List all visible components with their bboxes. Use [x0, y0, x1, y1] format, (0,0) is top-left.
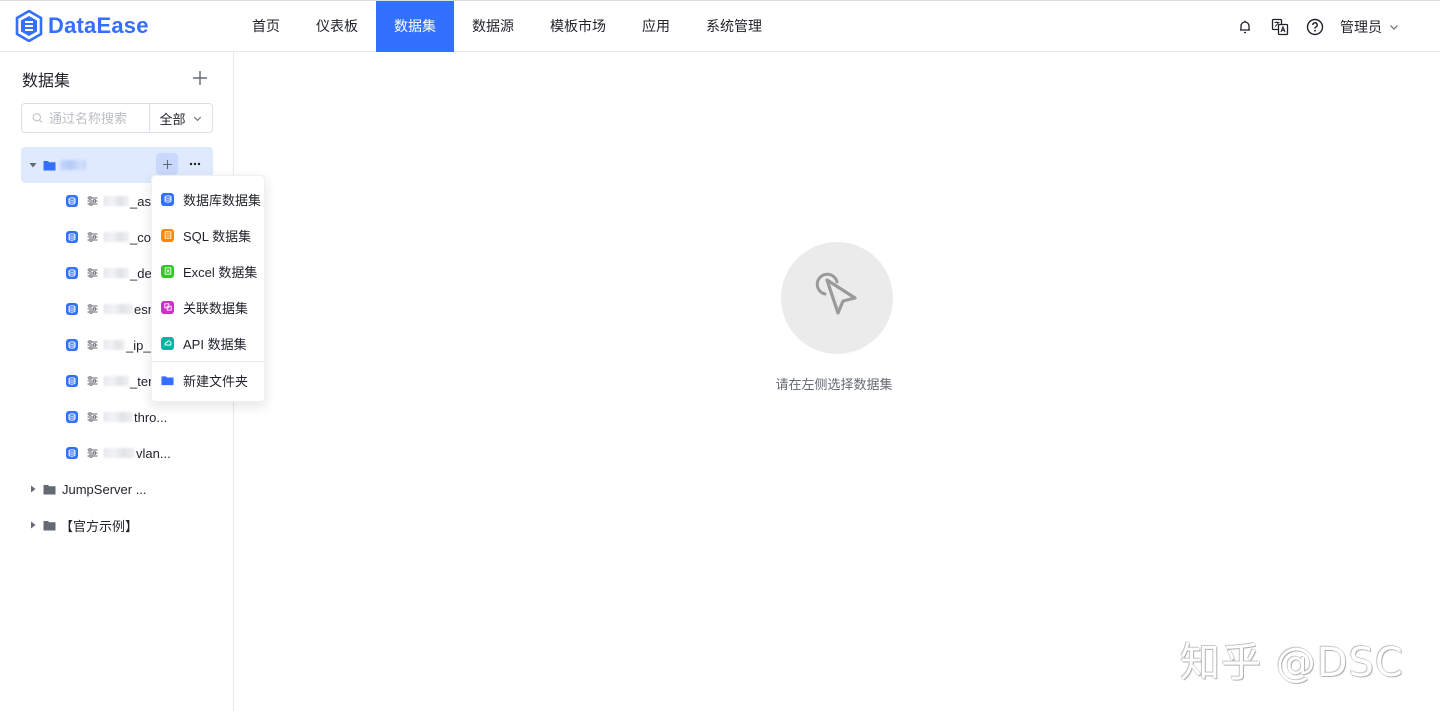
nav-apps[interactable]: 应用: [624, 1, 688, 52]
database-dataset-icon: [66, 411, 78, 423]
plus-icon: [193, 71, 207, 85]
sync-mode-icon: [87, 232, 98, 242]
add-dataset-button[interactable]: [191, 69, 209, 87]
tree-folder-jumpserver[interactable]: JumpServer ...: [21, 471, 213, 507]
dataset-name: _ten: [103, 374, 155, 389]
dataset-name: _ip_: [103, 338, 151, 353]
folder-icon: [43, 160, 56, 171]
header-actions: 管理员: [1235, 1, 1440, 52]
database-dataset-icon: [66, 375, 78, 387]
app-logo[interactable]: DataEase: [15, 10, 149, 42]
user-menu[interactable]: 管理员: [1340, 17, 1400, 37]
user-name: 管理员: [1340, 18, 1382, 35]
caret-down-icon[interactable]: [27, 159, 39, 171]
language-switch-icon[interactable]: [1270, 17, 1290, 37]
database-dataset-icon: [66, 231, 78, 243]
empty-state-illustration: [781, 242, 893, 354]
search-input[interactable]: [49, 110, 149, 126]
dataset-name: thro...: [103, 410, 167, 425]
sync-mode-icon: [87, 448, 98, 458]
help-icon[interactable]: [1305, 17, 1325, 37]
scope-select-value: 全部: [159, 111, 186, 127]
folder-more-button[interactable]: [184, 153, 206, 175]
top-navigation-bar: DataEase 首页 仪表板 数据集 数据源 模板市场 应用 系统管理 管理员: [0, 0, 1440, 52]
sync-mode-icon: [87, 376, 98, 386]
search-group: 全部: [21, 103, 213, 133]
cursor-pointer-icon: [815, 272, 857, 315]
sql-icon: [161, 228, 174, 242]
dataset-name: _cor: [103, 230, 155, 245]
folder-name: JumpServer ...: [62, 481, 147, 497]
caret-right-icon[interactable]: [27, 519, 39, 531]
folder-icon: [43, 520, 56, 531]
search-field: [22, 104, 150, 132]
dataset-name: vlan...: [103, 446, 171, 461]
sidebar-title: 数据集: [22, 73, 71, 90]
nav-template-market[interactable]: 模板市场: [532, 1, 624, 52]
folder-row-actions: [156, 153, 213, 175]
dataease-logo-icon: [15, 10, 43, 42]
tree-dataset-item[interactable]: vlan...: [21, 435, 213, 471]
sync-mode-icon: [87, 304, 98, 314]
nav-datasource[interactable]: 数据源: [454, 1, 532, 52]
database-dataset-icon: [66, 339, 78, 351]
main-nav: 首页 仪表板 数据集 数据源 模板市场 应用 系统管理: [234, 1, 780, 52]
sync-mode-icon: [87, 196, 98, 206]
main-content: 请在左侧选择数据集: [234, 52, 1440, 711]
more-icon: [189, 162, 201, 166]
dataset-name: _dev: [103, 266, 158, 281]
sync-mode-icon: [87, 268, 98, 278]
folder-add-button[interactable]: [156, 153, 178, 175]
sync-mode-icon: [87, 412, 98, 422]
folder-icon: [161, 374, 174, 387]
redacted-folder-name: [60, 160, 86, 170]
search-icon: [32, 113, 43, 123]
chevron-down-icon: [1390, 24, 1398, 30]
caret-right-icon[interactable]: [27, 483, 39, 495]
database-dataset-icon: [66, 195, 78, 207]
database-dataset-icon: [66, 303, 78, 315]
nav-dashboard[interactable]: 仪表板: [298, 1, 376, 52]
scope-select[interactable]: 全部: [150, 104, 212, 132]
empty-state-text: 请在左侧选择数据集: [775, 377, 893, 392]
plus-icon: [162, 159, 172, 169]
folder-name: 【官方示例】: [60, 518, 139, 534]
union-icon: [161, 300, 174, 314]
empty-state-message: 请在左侧选择数据集: [234, 374, 1440, 393]
database-dataset-icon: [66, 267, 78, 279]
tree-dataset-item[interactable]: thro...: [21, 399, 213, 435]
api-icon: [161, 336, 174, 350]
nav-home[interactable]: 首页: [234, 1, 298, 52]
folder-icon: [43, 484, 56, 495]
watermark: 知乎 @DSC: [1180, 640, 1404, 686]
database-dataset-icon: [66, 447, 78, 459]
database-icon: [161, 192, 174, 206]
nav-dataset[interactable]: 数据集: [376, 1, 454, 52]
dataset-name: _ass: [103, 194, 157, 209]
notification-bell-icon[interactable]: [1235, 17, 1255, 37]
nav-system-admin[interactable]: 系统管理: [688, 1, 780, 52]
chevron-down-icon: [193, 116, 201, 121]
sync-mode-icon: [87, 340, 98, 350]
app-logo-text: DataEase: [48, 13, 149, 38]
excel-icon: [161, 264, 174, 278]
tree-folder-official-examples[interactable]: 【官方示例】: [21, 507, 213, 543]
